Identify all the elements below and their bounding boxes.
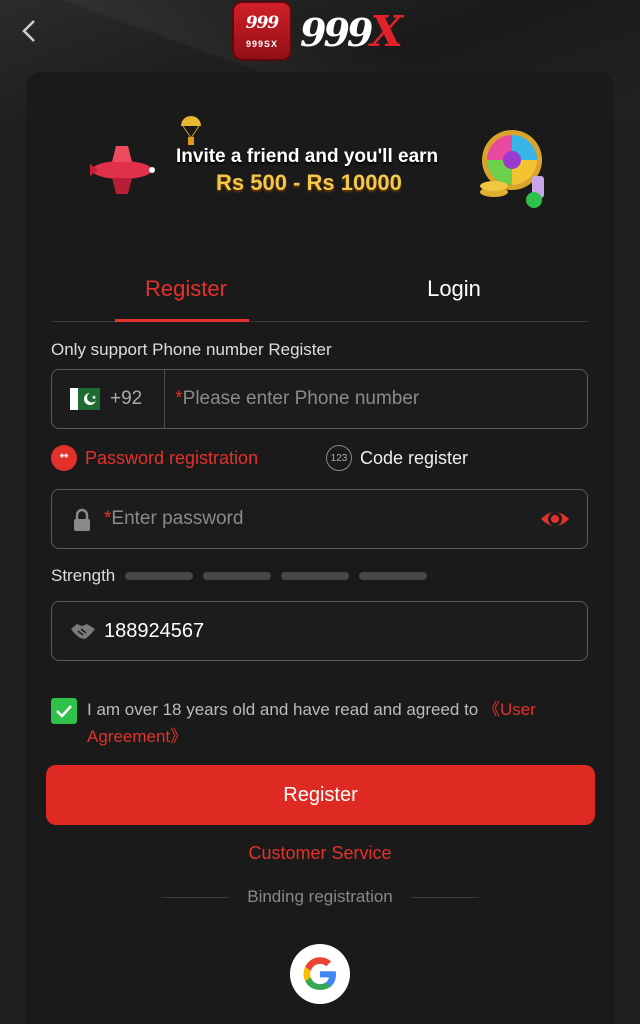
strength-bar (281, 572, 350, 580)
customer-service-link[interactable]: Customer Service (26, 843, 614, 864)
eye-icon[interactable] (539, 504, 571, 534)
password-strength: Strength (51, 566, 437, 586)
strength-label: Strength (51, 566, 116, 585)
binding-registration-divider: Binding registration (161, 887, 479, 907)
banner-amount-text: Rs 500 - Rs 10000 (216, 170, 402, 195)
agreement-statement: I am over 18 years old and have read and… (87, 700, 483, 719)
handshake-icon (70, 621, 96, 641)
checkmark-icon (56, 705, 72, 718)
logo-wordmark: 999X (300, 6, 403, 56)
lock-icon (72, 506, 94, 532)
strength-bar (125, 572, 194, 580)
tab-login[interactable]: Login (320, 262, 588, 321)
phone-field[interactable]: +92 *Please enter Phone number (51, 369, 588, 429)
password-field[interactable]: *Enter password (51, 489, 588, 549)
chevron-left-icon (22, 20, 35, 42)
code-register-option[interactable]: 123 Code register (326, 445, 468, 471)
invite-code-field[interactable]: 188924567 (51, 601, 588, 661)
invite-banner[interactable]: Invite a friend and you'll earn Rs 500 -… (82, 112, 562, 212)
strength-bar (203, 572, 272, 580)
banner-invite-text: Invite a friend and you'll earn (176, 146, 439, 167)
divider-line (161, 896, 230, 898)
prize-wheel-icon (480, 130, 544, 208)
phone-support-text: Only support Phone number Register (51, 340, 332, 359)
country-code[interactable]: +92 (110, 388, 142, 410)
required-mark: * (175, 388, 183, 409)
airplane-icon (90, 146, 155, 194)
invite-code-input[interactable]: 188924567 (104, 620, 204, 643)
strength-bar (359, 572, 428, 580)
password-registration-option[interactable]: ** Password registration (51, 445, 258, 471)
google-icon (303, 957, 336, 990)
agreement: I am over 18 years old and have read and… (51, 696, 591, 750)
google-login-button[interactable] (290, 944, 350, 1004)
password-mode-icon: ** (51, 445, 77, 471)
password-input[interactable]: *Enter password (104, 508, 243, 530)
code-register-label: Code register (360, 447, 469, 468)
phone-input[interactable]: *Please enter Phone number (175, 388, 419, 410)
parachute-icon (181, 116, 201, 145)
auth-tabs: Register Login (52, 262, 588, 322)
app-logo: 999 999SX 999X (232, 0, 403, 62)
register-button[interactable]: Register (46, 765, 595, 825)
logo-badge: 999 999SX (232, 1, 292, 61)
code-mode-icon: 123 (326, 445, 352, 471)
logo-wordmark-number: 999 (300, 9, 373, 55)
binding-registration-label: Binding registration (247, 887, 393, 906)
pakistan-flag-icon (70, 388, 100, 410)
logo-wordmark-x: X (370, 6, 403, 56)
divider-line (410, 896, 479, 898)
agreement-text: I am over 18 years old and have read and… (87, 696, 591, 750)
password-placeholder: Enter password (111, 508, 244, 529)
logo-badge-number: 999 (245, 13, 279, 33)
back-button[interactable] (14, 14, 44, 48)
agree-checkbox[interactable] (51, 698, 77, 724)
field-divider (164, 370, 166, 428)
password-registration-label: Password registration (85, 447, 259, 468)
register-card: Invite a friend and you'll earn Rs 500 -… (26, 72, 614, 1024)
phone-placeholder: Please enter Phone number (182, 388, 420, 409)
logo-badge-sub: 999SX (245, 39, 279, 49)
tab-register[interactable]: Register (52, 262, 320, 322)
